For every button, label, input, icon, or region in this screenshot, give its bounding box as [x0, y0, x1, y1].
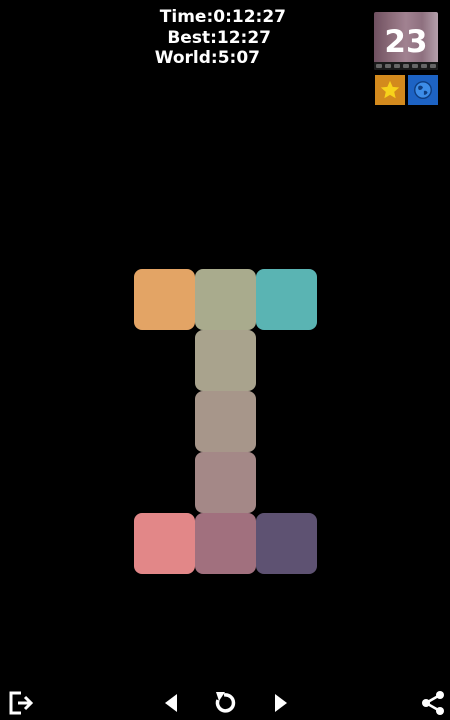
- level-number: 23: [384, 24, 428, 60]
- time-text: Time:0:12:27: [159, 7, 286, 27]
- best-text: Best:12:27: [167, 27, 271, 48]
- world-record-text: World:5:07: [154, 48, 260, 68]
- tile-orange[interactable]: [134, 269, 195, 330]
- next-button[interactable]: [266, 688, 296, 718]
- stats-panel: Time:0:12:27 Best:12:27 World:5:07: [150, 7, 300, 69]
- tile-indigo[interactable]: [256, 513, 317, 574]
- tile-olive-gray[interactable]: [195, 269, 256, 330]
- star-badge[interactable]: [375, 75, 405, 105]
- world-badge[interactable]: [408, 75, 438, 105]
- film-strip-decoration: [374, 62, 438, 70]
- restart-icon: [215, 692, 236, 713]
- tile-pink[interactable]: [134, 513, 195, 574]
- share-icon: [422, 691, 444, 715]
- tile-mauve[interactable]: [195, 452, 256, 513]
- tile-khaki-gray[interactable]: [195, 330, 256, 391]
- exit-button[interactable]: [5, 688, 35, 718]
- exit-icon: [9, 691, 33, 715]
- restart-button[interactable]: [210, 688, 240, 718]
- tile-taupe[interactable]: [195, 391, 256, 452]
- tile-teal[interactable]: [256, 269, 317, 330]
- star-icon: [380, 80, 400, 99]
- game-screen: Time:0:12:27 Best:12:27 World:5:07 23: [0, 0, 450, 720]
- next-icon: [275, 694, 287, 712]
- share-button[interactable]: [418, 688, 448, 718]
- level-badge[interactable]: 23: [374, 12, 438, 70]
- globe-icon: [414, 81, 432, 99]
- previous-button[interactable]: [156, 688, 186, 718]
- previous-icon: [165, 694, 177, 712]
- tile-plum[interactable]: [195, 513, 256, 574]
